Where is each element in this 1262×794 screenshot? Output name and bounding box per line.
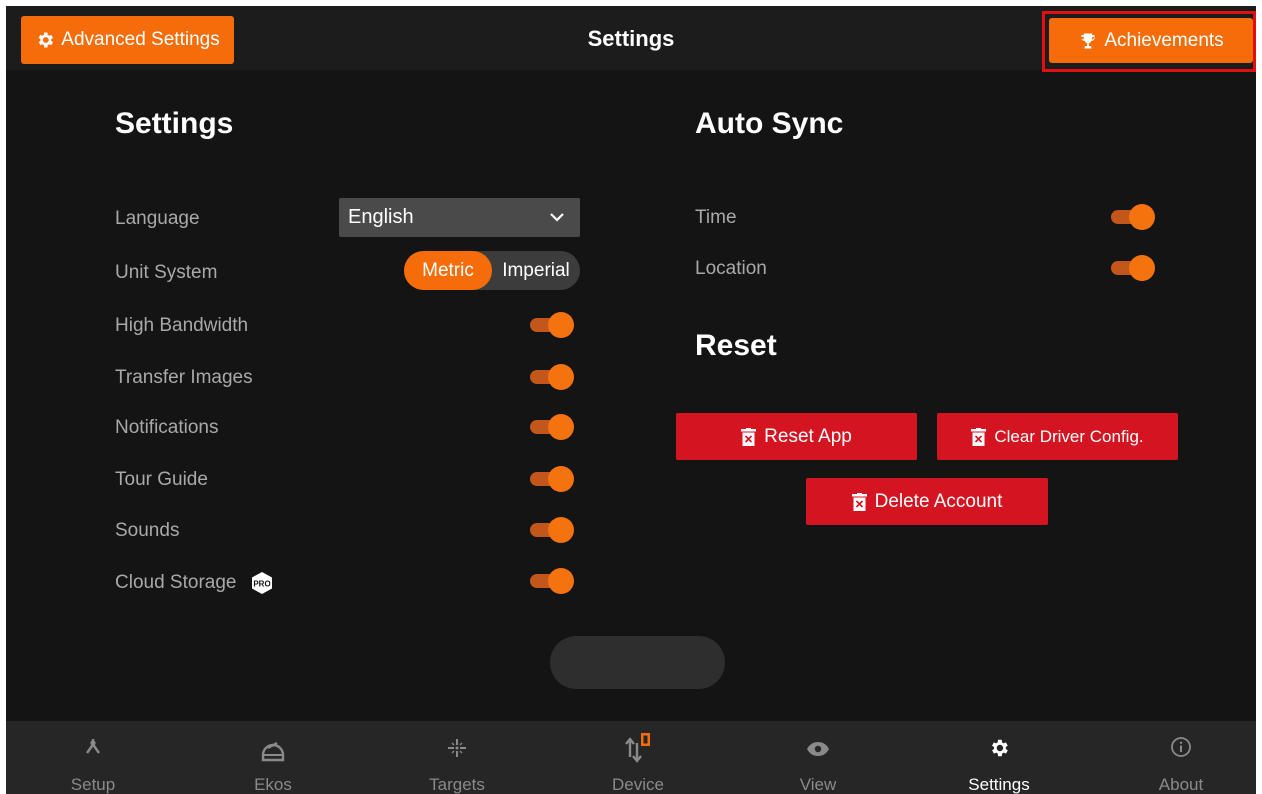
reset-heading: Reset — [695, 329, 777, 362]
unit-imperial-option[interactable]: Imperial — [492, 251, 580, 290]
trash-icon — [851, 492, 867, 511]
delete-account-button[interactable]: Delete Account — [806, 478, 1048, 525]
transfer-images-label: Transfer Images — [115, 367, 253, 388]
info-icon — [1171, 737, 1191, 757]
pro-badge-text: PRO — [253, 580, 270, 589]
time-toggle[interactable] — [1111, 204, 1155, 230]
trash-icon — [971, 427, 987, 446]
chevron-down-icon — [550, 213, 564, 222]
tour-guide-toggle[interactable] — [530, 466, 574, 492]
nav-ekos[interactable]: Ekos — [183, 721, 363, 794]
transfer-images-toggle[interactable] — [530, 364, 574, 390]
clear-driver-config-button[interactable]: Clear Driver Config. — [937, 413, 1178, 460]
pro-badge-icon: PRO — [250, 571, 274, 595]
high-bandwidth-label: High Bandwidth — [115, 315, 249, 336]
eye-icon — [807, 742, 829, 756]
settings-heading: Settings — [115, 107, 234, 140]
nav-about-label: About — [1158, 775, 1204, 794]
targets-icon — [448, 739, 466, 757]
notifications-toggle[interactable] — [530, 414, 574, 440]
language-select[interactable]: English — [339, 198, 580, 237]
unit-metric-option[interactable]: Metric — [404, 251, 492, 290]
auto-sync-heading: Auto Sync — [695, 107, 844, 140]
delete-account-label: Delete Account — [874, 490, 1003, 512]
nav-setup-label: Setup — [70, 775, 116, 794]
nav-about[interactable]: About — [1091, 721, 1256, 794]
trash-icon — [741, 427, 757, 446]
high-bandwidth-toggle[interactable] — [530, 312, 574, 338]
ekos-icon — [261, 741, 285, 762]
nav-device-label: Device — [612, 775, 664, 794]
achievements-button[interactable]: Achievements — [1049, 18, 1253, 63]
language-value: English — [348, 206, 414, 228]
reset-app-button[interactable]: Reset App — [676, 413, 917, 460]
nav-targets-label: Targets — [429, 775, 485, 794]
nav-ekos-label: Ekos — [254, 775, 292, 794]
unit-system-toggle: Metric Imperial — [404, 251, 580, 290]
trophy-icon — [1081, 33, 1095, 48]
tour-guide-label: Tour Guide — [115, 469, 208, 490]
nav-targets[interactable]: Targets — [367, 721, 547, 794]
nav-view-label: View — [799, 775, 837, 794]
unit-system-label: Unit System — [115, 262, 218, 283]
nav-settings-label: Settings — [968, 775, 1030, 794]
language-label: Language — [115, 208, 200, 229]
nav-setup[interactable]: Setup — [6, 721, 183, 794]
location-label: Location — [695, 258, 767, 279]
notifications-label: Notifications — [115, 417, 219, 438]
scroll-pill-handle[interactable] — [550, 636, 725, 689]
nav-settings[interactable]: Settings — [909, 721, 1089, 794]
top-bar: Advanced Settings Settings Achievements — [6, 6, 1256, 72]
time-label: Time — [695, 207, 737, 228]
cloud-storage-label: Cloud Storage — [115, 572, 237, 594]
bottom-navigation: Setup Ekos Targets Device View Settings … — [6, 721, 1256, 794]
reset-app-label: Reset App — [764, 425, 852, 447]
setup-icon — [86, 739, 100, 754]
cloud-storage-row: Cloud Storage PRO — [115, 571, 274, 595]
sounds-label: Sounds — [115, 520, 180, 541]
nav-device[interactable]: Device — [548, 721, 728, 794]
clear-driver-config-label: Clear Driver Config. — [994, 426, 1144, 446]
app-window: Advanced Settings Settings Achievements … — [6, 6, 1256, 794]
cloud-storage-toggle[interactable] — [530, 568, 574, 594]
location-toggle[interactable] — [1111, 255, 1155, 281]
device-icon — [625, 733, 650, 763]
sounds-toggle[interactable] — [530, 517, 574, 543]
gear-icon — [992, 739, 1008, 757]
nav-view[interactable]: View — [728, 721, 908, 794]
achievements-label: Achievements — [1104, 29, 1224, 51]
